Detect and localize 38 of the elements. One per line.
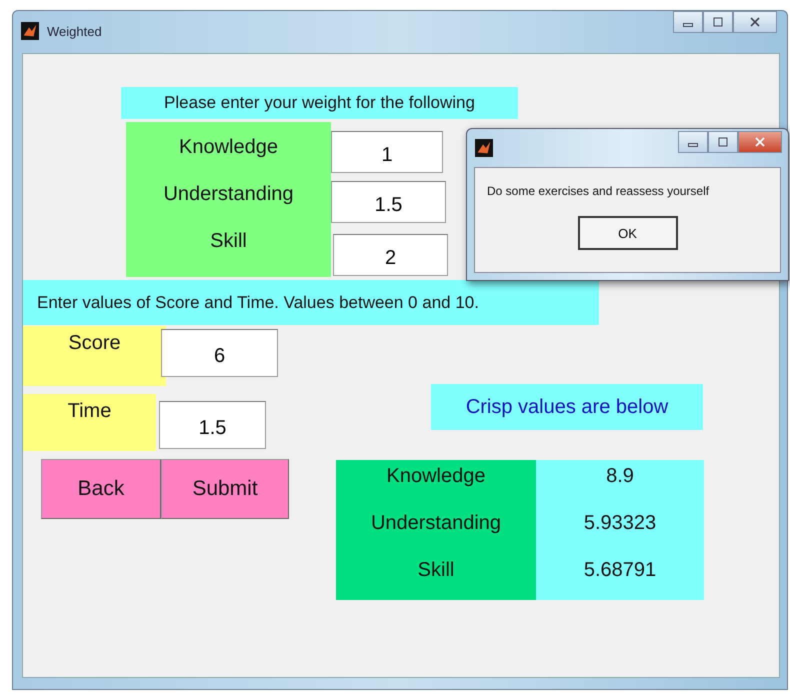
dialog-message: Do some exercises and reassess yourself bbox=[487, 184, 710, 198]
weight-label: Understanding bbox=[162, 182, 295, 206]
minimize-icon bbox=[688, 143, 698, 147]
result-value: 5.68791 bbox=[582, 558, 658, 582]
input-label: Time bbox=[23, 394, 156, 451]
input-field[interactable]: 1.5 bbox=[159, 401, 266, 449]
app-logo-icon bbox=[21, 22, 39, 40]
maximize-icon bbox=[712, 16, 724, 28]
minimize-button[interactable] bbox=[678, 131, 708, 153]
ok-button[interactable]: OK bbox=[578, 216, 678, 250]
action-button[interactable]: Submit bbox=[161, 459, 289, 519]
result-label: Knowledge bbox=[386, 464, 486, 488]
app-logo-icon bbox=[475, 139, 493, 157]
close-icon bbox=[754, 136, 766, 148]
minimize-button[interactable] bbox=[673, 11, 703, 33]
instruction-text: Enter values of Score and Time. Values between 0 and 10. bbox=[23, 280, 599, 325]
weight-label: Knowledge bbox=[178, 134, 279, 160]
results-heading: Crisp values are below bbox=[431, 384, 703, 430]
result-value: 8.9 bbox=[605, 464, 635, 488]
close-button[interactable] bbox=[738, 131, 782, 153]
weight-label: Skill bbox=[209, 228, 248, 254]
action-button[interactable]: Back bbox=[41, 459, 161, 519]
maximize-icon bbox=[717, 136, 729, 148]
close-button[interactable] bbox=[733, 11, 777, 33]
input-field[interactable]: 6 bbox=[161, 329, 278, 377]
weight-field[interactable]: 2 bbox=[333, 234, 448, 276]
weight-field[interactable]: 1.5 bbox=[331, 181, 446, 223]
input-label: Score bbox=[23, 326, 166, 386]
close-icon bbox=[749, 16, 761, 28]
minimize-icon bbox=[683, 23, 693, 27]
maximize-button[interactable] bbox=[708, 131, 738, 153]
result-label: Skill bbox=[416, 558, 456, 582]
maximize-button[interactable] bbox=[703, 11, 733, 33]
weight-field[interactable]: 1 bbox=[331, 131, 443, 173]
weights-heading: Please enter your weight for the following bbox=[121, 87, 518, 119]
result-label: Understanding bbox=[370, 510, 502, 536]
result-value: 5.93323 bbox=[582, 510, 658, 536]
window-title: Weighted bbox=[47, 24, 102, 38]
